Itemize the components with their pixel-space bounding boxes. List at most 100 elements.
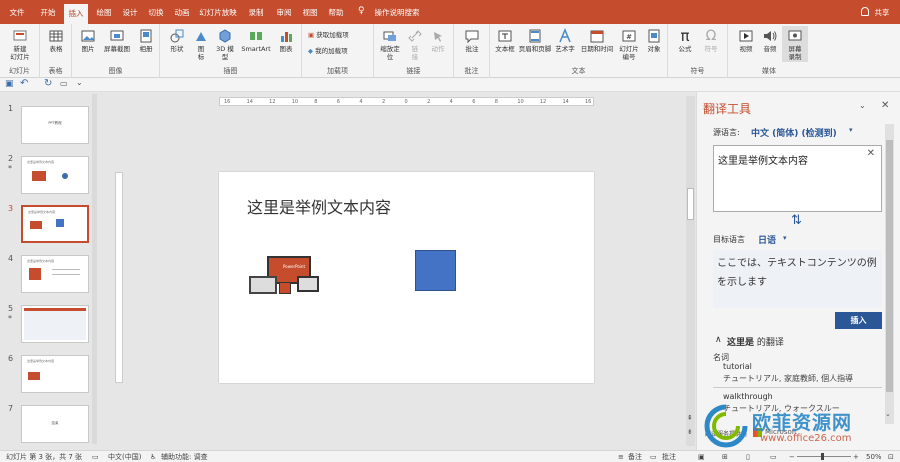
smartart-button[interactable]: SmartArt xyxy=(238,28,274,53)
customize-qat-icon[interactable]: ⌄ xyxy=(76,78,83,87)
tab-home[interactable]: 开始 xyxy=(36,3,60,22)
redo-icon[interactable]: ↻ xyxy=(44,78,52,89)
source-language-value[interactable]: 中文 (简体) (检测到) xyxy=(751,126,837,139)
slide-thumbnail-2[interactable]: 这里是举例文本内容 xyxy=(21,156,89,194)
tab-slideshow[interactable]: 幻灯片放映 xyxy=(198,3,238,22)
next-slide-icon[interactable]: ⇟ xyxy=(687,428,693,436)
undo-icon[interactable]: ↶ xyxy=(20,78,28,89)
audio-button[interactable]: 音频 xyxy=(758,28,782,53)
site-watermark: 欧菲资源网 www.office26.com xyxy=(704,404,900,450)
slide-thumbnail-4[interactable]: 这里是举例文本内容 xyxy=(21,255,89,293)
tab-transitions[interactable]: 切换 xyxy=(144,3,168,22)
pictures-button[interactable]: 图片 xyxy=(76,28,100,53)
swap-languages-icon[interactable]: ⇅ xyxy=(791,213,802,228)
slide-sorter-icon[interactable]: ⊞ xyxy=(722,452,728,462)
spelling-icon[interactable]: ▭ xyxy=(92,452,99,462)
my-addins-button[interactable]: ◆ 我的加载项 xyxy=(308,46,348,56)
thumb-scrollbar[interactable] xyxy=(92,94,97,444)
tab-file[interactable]: 文件 xyxy=(6,3,28,22)
screenshot-button[interactable]: 屏幕截图 xyxy=(100,28,134,53)
link-button[interactable]: 链 接 xyxy=(404,28,426,61)
3d-models-button[interactable]: 3D 模 型 xyxy=(212,28,238,61)
collapse-icon[interactable]: ∧ xyxy=(715,335,722,345)
zoom-out-icon[interactable]: − xyxy=(789,452,795,462)
blue-square-shape[interactable] xyxy=(415,250,456,291)
comment-button[interactable]: 批注 xyxy=(458,28,486,53)
slide-title-text[interactable]: 这里是举例文本内容 xyxy=(247,194,391,218)
source-dropdown-icon[interactable]: ▾ xyxy=(849,126,853,134)
slide-thumbnail-6[interactable]: 这里是举例文本内容 xyxy=(21,355,89,393)
reading-view-icon[interactable]: ▯ xyxy=(746,452,750,462)
pane-scrollbar[interactable]: ⌄ xyxy=(885,124,894,424)
tab-insert[interactable]: 插入 xyxy=(64,4,88,24)
slide-thumbnail-5[interactable] xyxy=(21,305,89,343)
zoom-in-icon[interactable]: + xyxy=(853,452,859,462)
present-icon[interactable]: ▭ xyxy=(60,79,68,88)
video-button[interactable]: 视频 xyxy=(734,28,758,53)
comments-button[interactable]: 批注 xyxy=(662,452,676,462)
datetime-button[interactable]: 日期和时间 xyxy=(578,28,616,53)
shapes-button[interactable]: 形状 xyxy=(164,28,190,53)
tab-review[interactable]: 审阅 xyxy=(272,3,296,22)
action-icon xyxy=(434,32,442,42)
group-text-label: 文本 xyxy=(571,67,586,75)
scroll-thumb[interactable] xyxy=(687,188,694,220)
save-icon[interactable]: ▣ xyxy=(5,79,14,89)
current-slide[interactable]: 这里是举例文本内容 PowerPoint xyxy=(219,172,594,383)
slideshow-icon[interactable]: ▭ xyxy=(770,452,777,462)
powerpoint-devices-image[interactable]: PowerPoint xyxy=(245,254,325,298)
insert-button[interactable]: 插入 xyxy=(835,312,882,329)
source-text-box[interactable]: 这里是举例文本内容 ✕ xyxy=(713,145,882,212)
entry-word[interactable]: tutorial xyxy=(723,362,752,371)
pane-close-icon[interactable]: ✕ xyxy=(881,100,889,111)
screen-record-button[interactable]: 屏幕 录制 xyxy=(782,26,808,62)
textbox-button[interactable]: 文本框 xyxy=(492,28,518,53)
tab-animations[interactable]: 动画 xyxy=(170,3,194,22)
icons-button[interactable]: 图 标 xyxy=(190,28,212,61)
slide-thumbnail-3-selected[interactable]: 这里是举例文本内容 xyxy=(21,205,89,243)
thumb-title: 这里是举例文本内容 xyxy=(28,210,56,214)
object-button[interactable]: 对象 xyxy=(642,28,666,53)
symbol-button[interactable]: Ω 符号 xyxy=(698,28,724,53)
zoom-button[interactable]: 缩放定 位 xyxy=(376,28,404,61)
icons-label: 图 标 xyxy=(197,45,205,61)
prev-slide-icon[interactable]: ⇞ xyxy=(687,414,693,422)
slide-thumbnail-7[interactable]: 结束 xyxy=(21,405,89,443)
pane-options-icon[interactable]: ⌄ xyxy=(859,101,866,110)
action-button[interactable]: 动作 xyxy=(426,28,450,53)
chart-button[interactable]: 图表 xyxy=(274,28,298,53)
tab-draw[interactable]: 绘图 xyxy=(92,3,116,22)
tab-record[interactable]: 录制 xyxy=(244,3,268,22)
tab-design[interactable]: 设计 xyxy=(118,3,142,22)
user-icon xyxy=(861,7,869,16)
tab-help[interactable]: 帮助 xyxy=(324,3,348,22)
wordart-button[interactable]: 艺术字 xyxy=(552,28,578,53)
zoom-level[interactable]: 50% xyxy=(866,452,882,462)
accessibility-status[interactable]: 辅助功能: 调查 xyxy=(161,452,208,462)
notes-button[interactable]: 备注 xyxy=(628,452,642,462)
slide-thumbnail-1[interactable]: PPT教程 xyxy=(21,106,89,144)
entry-word[interactable]: walkthrough xyxy=(723,392,773,401)
header-footer-icon xyxy=(529,29,541,43)
target-dropdown-icon[interactable]: ▾ xyxy=(783,234,787,242)
get-addins-button[interactable]: ▣ 获取加载项 xyxy=(308,30,349,40)
equation-button[interactable]: π 公式 xyxy=(672,28,698,53)
zoom-label: 缩放定 位 xyxy=(380,45,400,61)
album-button[interactable]: 相册 xyxy=(134,28,158,53)
zoom-slider[interactable] xyxy=(797,453,851,460)
slide-number-button[interactable]: # 幻灯片 编号 xyxy=(616,28,642,61)
target-language-value[interactable]: 日语 xyxy=(758,233,776,246)
tab-view[interactable]: 视图 xyxy=(298,3,322,22)
table-button[interactable]: 表格 xyxy=(44,28,68,53)
share-button[interactable]: 共享 xyxy=(872,3,892,22)
tell-me-search[interactable]: 操作说明搜索 xyxy=(370,3,424,22)
header-footer-button[interactable]: 页眉和页脚 xyxy=(518,28,552,53)
language-status[interactable]: 中文(中国) xyxy=(108,452,141,462)
new-slide-button[interactable]: 新建 幻灯片 xyxy=(4,28,36,61)
pane-scroll-thumb[interactable] xyxy=(886,140,893,392)
clear-text-icon[interactable]: ✕ xyxy=(867,148,875,159)
fit-slide-icon[interactable]: ⊡ xyxy=(888,452,894,462)
normal-view-icon[interactable]: ▣ xyxy=(698,452,705,462)
editor-scrollbar[interactable]: ⇞ ⇟ xyxy=(686,96,695,446)
zoom-slider-thumb[interactable] xyxy=(821,453,824,460)
